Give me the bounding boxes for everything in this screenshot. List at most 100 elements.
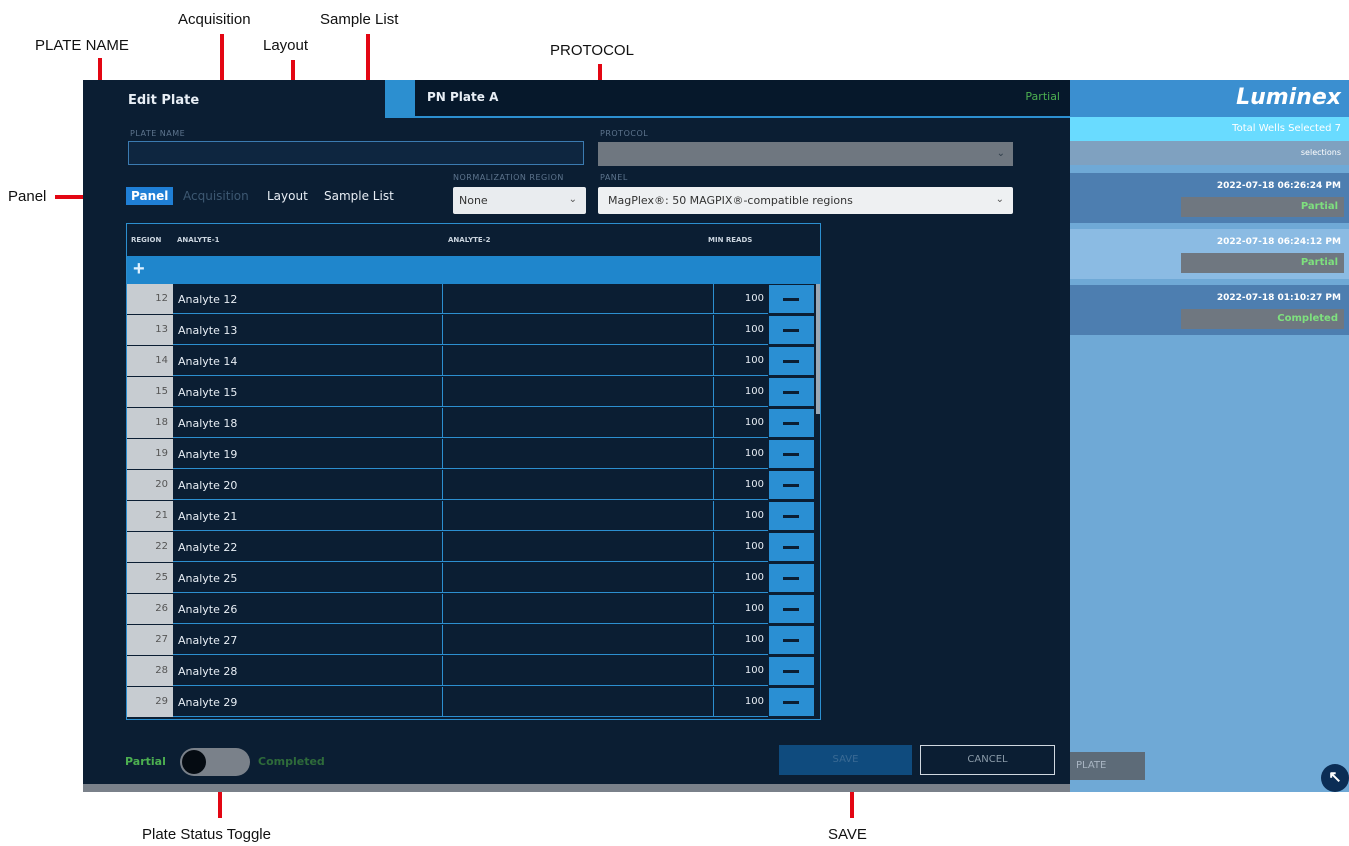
protocol-select[interactable]: ⌄ — [598, 142, 1013, 166]
remove-row-button[interactable] — [769, 440, 814, 468]
analyte-2-cell[interactable] — [442, 346, 713, 376]
remove-row-button[interactable] — [769, 502, 814, 530]
min-reads-cell[interactable]: 100 — [713, 656, 768, 686]
analyte-1-cell[interactable]: Analyte 14 — [173, 346, 442, 376]
tab-panel[interactable]: Panel — [126, 187, 174, 205]
remove-row-button[interactable] — [769, 626, 814, 654]
analyte-2-cell[interactable] — [442, 687, 713, 717]
analyte-1-cell[interactable]: Analyte 13 — [173, 315, 442, 345]
analyte-2-cell[interactable] — [442, 656, 713, 686]
analyte-1-cell[interactable]: Analyte 21 — [173, 501, 442, 531]
plate-history-item[interactable]: 2022-07-18 06:24:12 PM Partial — [1070, 229, 1349, 279]
table-row[interactable]: 13 Analyte 13 100 — [127, 315, 820, 346]
table-row[interactable]: 19 Analyte 19 100 — [127, 439, 820, 470]
min-reads-cell[interactable]: 100 — [713, 284, 768, 314]
table-row[interactable]: 18 Analyte 18 100 — [127, 408, 820, 439]
min-reads-cell[interactable]: 100 — [713, 687, 768, 717]
analyte-2-cell[interactable] — [442, 408, 713, 438]
table-row[interactable]: 20 Analyte 20 100 — [127, 470, 820, 501]
total-wells-bar: Total Wells Selected 7 — [1070, 117, 1349, 141]
region-cell: 15 — [127, 377, 173, 407]
min-reads-cell[interactable]: 100 — [713, 501, 768, 531]
min-reads-cell[interactable]: 100 — [713, 625, 768, 655]
region-cell: 26 — [127, 594, 173, 624]
remove-row-button[interactable] — [769, 657, 814, 685]
analyte-1-cell[interactable]: Analyte 18 — [173, 408, 442, 438]
min-reads-cell[interactable]: 100 — [713, 377, 768, 407]
remove-row-button[interactable] — [769, 285, 814, 313]
analyte-2-cell[interactable] — [442, 284, 713, 314]
remove-row-button[interactable] — [769, 688, 814, 716]
table-row[interactable]: 12 Analyte 12 100 — [127, 284, 820, 315]
analyte-1-cell[interactable]: Analyte 28 — [173, 656, 442, 686]
min-reads-cell[interactable]: 100 — [713, 532, 768, 562]
tab-layout[interactable]: Layout — [267, 189, 308, 203]
panel-select[interactable]: MagPlex®: 50 MAGPIX®-compatible regions … — [598, 187, 1013, 214]
protocol-label: PROTOCOL — [600, 129, 649, 138]
app-window: Edit Plate PN Plate A Partial PLATE NAME… — [83, 80, 1349, 792]
table-row[interactable]: 27 Analyte 27 100 — [127, 625, 820, 656]
plate-name-input[interactable] — [128, 141, 584, 165]
analyte-1-cell[interactable]: Analyte 27 — [173, 625, 442, 655]
header-analyte-2: ANALYTE-2 — [448, 236, 491, 244]
tab-sample-list[interactable]: Sample List — [324, 189, 394, 203]
add-row-button[interactable]: + — [127, 256, 820, 284]
region-cell: 18 — [127, 408, 173, 438]
corner-arrow-icon[interactable]: ↖ — [1321, 764, 1349, 792]
history-status-badge: Completed — [1181, 309, 1344, 329]
table-row[interactable]: 15 Analyte 15 100 — [127, 377, 820, 408]
normalization-region-select[interactable]: None ⌄ — [453, 187, 586, 214]
analyte-2-cell[interactable] — [442, 625, 713, 655]
min-reads-cell[interactable]: 100 — [713, 408, 768, 438]
table-row[interactable]: 21 Analyte 21 100 — [127, 501, 820, 532]
analyte-1-cell[interactable]: Analyte 22 — [173, 532, 442, 562]
analyte-1-cell[interactable]: Analyte 12 — [173, 284, 442, 314]
analyte-1-cell[interactable]: Analyte 20 — [173, 470, 442, 500]
table-row[interactable]: 22 Analyte 22 100 — [127, 532, 820, 563]
plate-button[interactable]: PLATE — [1070, 752, 1145, 780]
min-reads-cell[interactable]: 100 — [713, 346, 768, 376]
min-reads-cell[interactable]: 100 — [713, 439, 768, 469]
sort-bar[interactable]: selections — [1070, 141, 1349, 165]
analyte-2-cell[interactable] — [442, 377, 713, 407]
min-reads-cell[interactable]: 100 — [713, 563, 768, 593]
analyte-1-cell[interactable]: Analyte 25 — [173, 563, 442, 593]
table-row[interactable]: 26 Analyte 26 100 — [127, 594, 820, 625]
remove-row-button[interactable] — [769, 564, 814, 592]
plate-tab[interactable]: PN Plate A Partial — [385, 80, 1070, 118]
analyte-2-cell[interactable] — [442, 439, 713, 469]
analyte-1-cell[interactable]: Analyte 26 — [173, 594, 442, 624]
table-row[interactable]: 14 Analyte 14 100 — [127, 346, 820, 377]
analyte-2-cell[interactable] — [442, 594, 713, 624]
scrollbar[interactable] — [816, 284, 820, 414]
plate-history-item[interactable]: 2022-07-18 01:10:27 PM Completed — [1070, 285, 1349, 335]
analyte-2-cell[interactable] — [442, 532, 713, 562]
remove-row-button[interactable] — [769, 378, 814, 406]
analyte-1-cell[interactable]: Analyte 15 — [173, 377, 442, 407]
min-reads-cell[interactable]: 100 — [713, 594, 768, 624]
plate-status-toggle[interactable] — [180, 748, 250, 776]
table-row[interactable]: 25 Analyte 25 100 — [127, 563, 820, 594]
remove-row-button[interactable] — [769, 316, 814, 344]
region-cell: 28 — [127, 656, 173, 686]
tab-acquisition[interactable]: Acquisition — [183, 189, 249, 203]
analyte-2-cell[interactable] — [442, 563, 713, 593]
analyte-1-cell[interactable]: Analyte 19 — [173, 439, 442, 469]
remove-row-button[interactable] — [769, 471, 814, 499]
table-row[interactable]: 29 Analyte 29 100 — [127, 687, 820, 718]
save-button[interactable]: SAVE — [779, 745, 912, 775]
remove-row-button[interactable] — [769, 347, 814, 375]
plate-history-item[interactable]: 2022-07-18 06:26:24 PM Partial — [1070, 173, 1349, 223]
remove-row-button[interactable] — [769, 595, 814, 623]
cancel-button[interactable]: CANCEL — [920, 745, 1055, 775]
table-row[interactable]: 28 Analyte 28 100 — [127, 656, 820, 687]
min-reads-cell[interactable]: 100 — [713, 470, 768, 500]
min-reads-cell[interactable]: 100 — [713, 315, 768, 345]
analyte-2-cell[interactable] — [442, 501, 713, 531]
analyte-2-cell[interactable] — [442, 470, 713, 500]
remove-row-button[interactable] — [769, 409, 814, 437]
analyte-2-cell[interactable] — [442, 315, 713, 345]
analyte-1-cell[interactable]: Analyte 29 — [173, 687, 442, 717]
analyte-grid: REGION ANALYTE-1 ANALYTE-2 MIN READS + 1… — [126, 223, 821, 720]
remove-row-button[interactable] — [769, 533, 814, 561]
